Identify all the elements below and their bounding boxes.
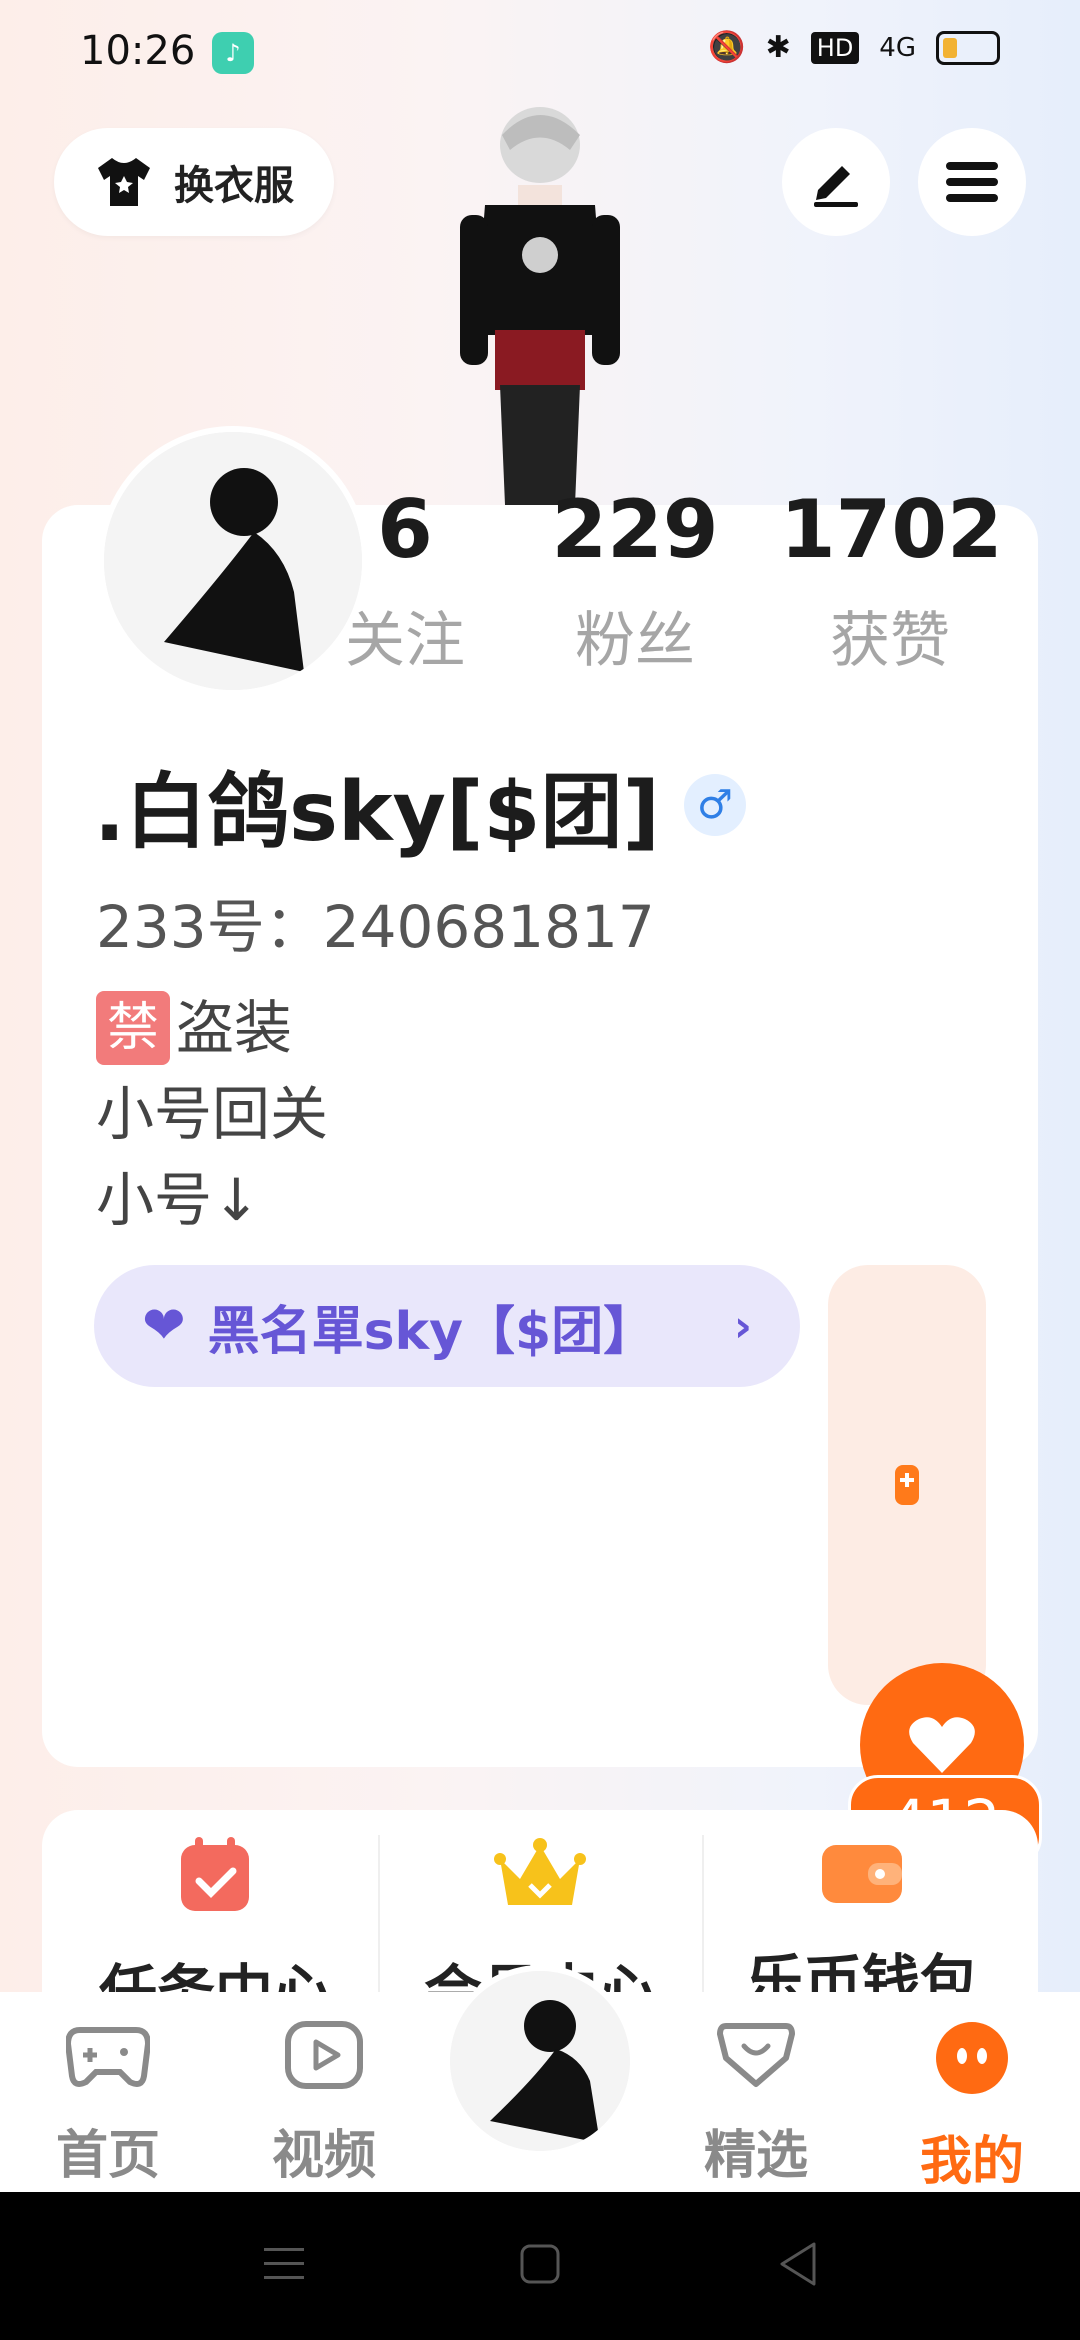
menu-button[interactable]: [918, 128, 1026, 236]
avatar-image: [104, 432, 362, 690]
ban-badge: 禁: [96, 991, 170, 1065]
nav-featured[interactable]: 精选: [676, 2020, 836, 2188]
battery-icon: [936, 30, 1000, 65]
stat-likes[interactable]: 1702 获赞: [780, 483, 1003, 679]
recent-apps-icon[interactable]: [262, 2242, 306, 2286]
nav-label: 我的: [919, 2132, 1024, 2192]
avatar[interactable]: [98, 426, 368, 696]
profile-name-row: .白鸽sky[$团] ♂: [94, 745, 746, 864]
signal-icon: 4G: [879, 32, 916, 63]
followers-label: 粉丝: [575, 606, 695, 676]
nav-avatar-button[interactable]: [444, 1965, 636, 2157]
face-icon: [936, 2022, 1008, 2094]
heart-icon: ❤: [142, 1296, 186, 1356]
menu-icon: [946, 162, 998, 202]
music-app-icon: ♪: [212, 32, 254, 74]
likes-count: 1702: [780, 483, 1003, 576]
chevron-right-icon: ›: [733, 1300, 752, 1352]
nav-video[interactable]: 视频: [244, 2020, 404, 2188]
edit-button[interactable]: [782, 128, 890, 236]
system-nav-bar: [0, 2192, 1080, 2340]
divider: [378, 1835, 380, 1995]
pen-icon: [814, 166, 858, 207]
avatar-image: [450, 1971, 630, 2151]
hd-icon: HD: [810, 31, 860, 64]
shirt-icon: [98, 158, 150, 206]
bio-line-1: 盗装: [176, 994, 293, 1062]
bookmark-plus-icon: [895, 1465, 919, 1505]
outfit-button[interactable]: 换衣服: [54, 128, 334, 236]
profile-name: .白鸽sky[$团]: [94, 765, 660, 860]
status-time: 10:26: [80, 28, 196, 74]
gamepad-icon: [64, 2027, 152, 2087]
group-label: 黑名單sky【$团】: [207, 1301, 656, 1362]
heart-fill-icon: [909, 1717, 975, 1773]
nav-label: 视频: [271, 2126, 376, 2186]
following-count: 6: [377, 483, 433, 576]
nav-label: 首页: [55, 2126, 160, 2186]
nav-home[interactable]: 首页: [28, 2020, 188, 2188]
bio-line-2: 小号回关: [96, 1080, 329, 1148]
nav-label: 精选: [703, 2126, 808, 2186]
user-id[interactable]: 233号：240681817: [96, 880, 655, 964]
likes-label: 获赞: [830, 606, 950, 676]
wallet-icon: [822, 1845, 902, 1903]
heart-box-icon: [717, 2023, 795, 2087]
avatar-character[interactable]: [440, 105, 640, 505]
male-icon: ♂: [683, 773, 746, 836]
outfit-label: 换衣服: [174, 163, 294, 209]
bio: 禁 盗装 小号回关 小号↓: [96, 985, 328, 1243]
calendar-icon: [181, 1837, 249, 1911]
bluetooth-icon: ✱: [765, 30, 791, 65]
stat-followers[interactable]: 229 粉丝: [540, 490, 730, 679]
home-icon[interactable]: [518, 2242, 562, 2286]
status-icons: 🔕 ✱ HD 4G: [708, 30, 1000, 65]
nav-me[interactable]: 我的: [892, 2020, 1052, 2194]
side-panel[interactable]: [828, 1265, 986, 1705]
crown-icon: [494, 1838, 586, 1905]
following-label: 关注: [345, 606, 465, 676]
group-link[interactable]: ❤ 黑名單sky【$团】 ›: [94, 1265, 800, 1387]
mute-icon: 🔕: [708, 30, 746, 65]
followers-count: 229: [551, 483, 719, 576]
stat-following[interactable]: 6 关注: [330, 490, 480, 679]
bio-line-3: 小号↓: [96, 1166, 261, 1234]
play-icon: [285, 2021, 363, 2089]
back-icon[interactable]: [776, 2240, 820, 2288]
divider: [702, 1835, 704, 1995]
